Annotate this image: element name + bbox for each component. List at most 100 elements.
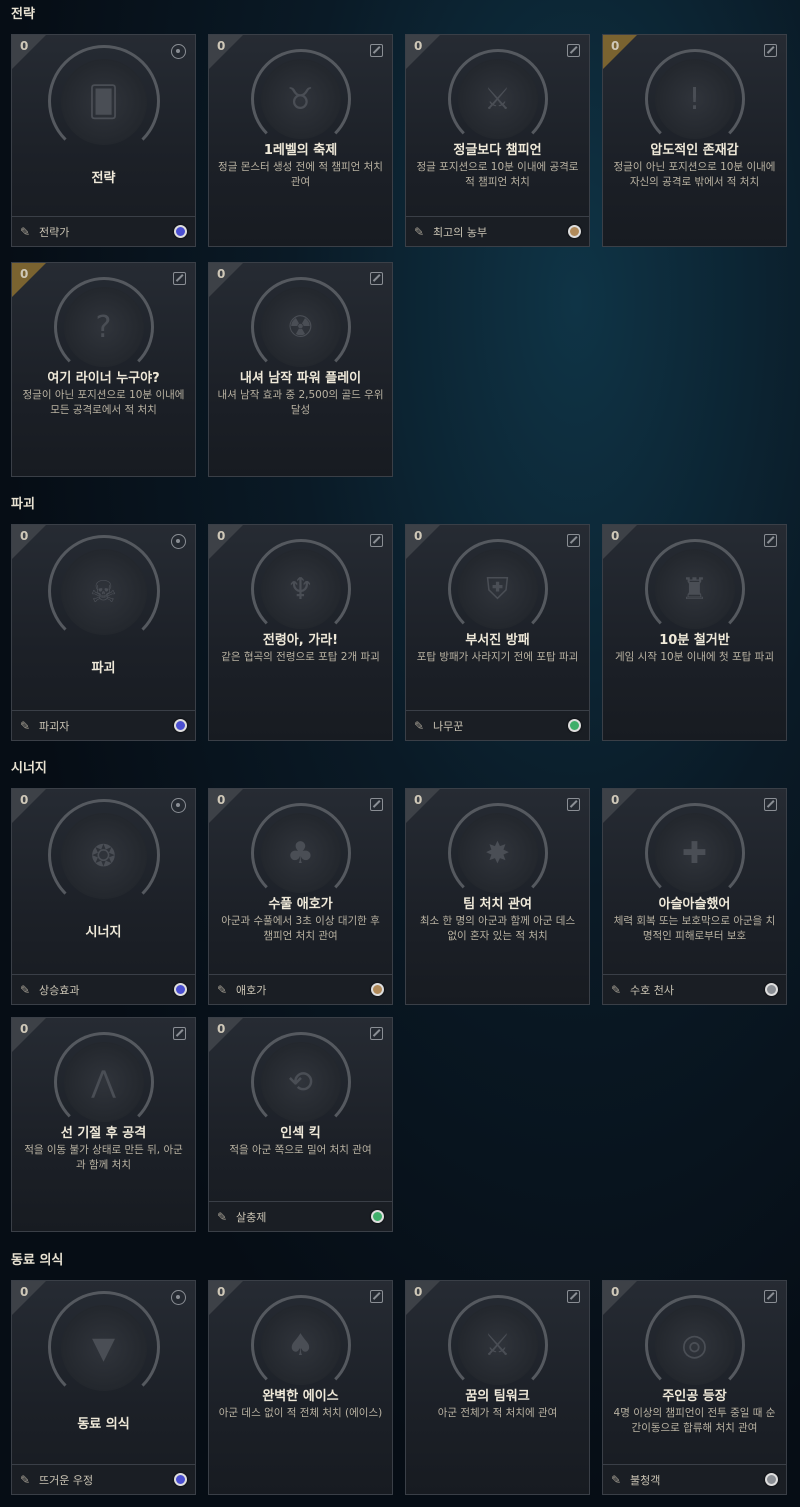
achievement-card[interactable]: 0 ♠ 완벽한 에이스 아군 데스 없이 적 전체 처치 (에이스): [208, 1280, 393, 1495]
edit-icon[interactable]: [567, 534, 580, 547]
tier-corner: [12, 1281, 46, 1315]
title-reward[interactable]: ✎ 수호 천사: [603, 974, 786, 1004]
card-description: 체력 회복 또는 보호막으로 아군을 치명적인 피해로부터 보호: [613, 915, 776, 942]
achievement-card[interactable]: 0 ◎ 주인공 등장 4명 이상의 챔피언이 전투 중일 때 순간이동으로 합류해 처…: [602, 1280, 787, 1495]
edit-icon[interactable]: [764, 534, 777, 547]
tier-corner: [209, 1018, 243, 1052]
triangle-icon: ▼: [60, 1305, 147, 1391]
edit-icon[interactable]: [370, 1290, 383, 1303]
progress-count: 0: [217, 529, 226, 543]
scroll-icon: ✎: [611, 1472, 622, 1487]
achievement-card[interactable]: 0 ⋀ 선 기절 후 공격 적을 이동 불가 상태로 만든 뒤, 아군과 함께 처치: [11, 1017, 196, 1232]
achievement-card[interactable]: 0 ⚔ 정글보다 챔피언 정글 포지션으로 10분 이내에 공격로 적 챔피언 처치 ✎…: [405, 34, 590, 247]
card-description: 내셔 남작 효과 중 2,500의 골드 우위 달성: [217, 389, 384, 416]
title-reward[interactable]: ✎ 전략가: [12, 216, 195, 246]
title-reward[interactable]: ✎ 뜨거운 우정: [12, 1464, 195, 1494]
edit-icon[interactable]: [173, 272, 186, 285]
edit-icon[interactable]: [567, 1290, 580, 1303]
tier-corner: [12, 35, 46, 69]
reward-title-label: 수호 천사: [630, 983, 674, 997]
edit-icon[interactable]: [370, 1027, 383, 1040]
target-icon[interactable]: [171, 1290, 186, 1305]
card-description: 정글이 아닌 포지션으로 10분 이내에 자신의 공격로 밖에서 적 처치: [613, 161, 776, 188]
card-description: 적을 아군 쪽으로 밀어 처치 관여: [229, 1144, 372, 1156]
edit-icon[interactable]: [764, 798, 777, 811]
question-icon: ?: [63, 287, 144, 367]
progress-count: 0: [414, 39, 423, 53]
card-title: 완벽한 에이스: [262, 1389, 339, 1404]
swords-icon: ⚔: [457, 1305, 538, 1385]
category-card[interactable]: 0 ☠ 파괴 ✎ 파괴자: [11, 524, 196, 741]
reward-title-label: 최고의 농부: [433, 225, 488, 239]
category-card[interactable]: 0 ❂ 시너지 ✎ 상승효과: [11, 788, 196, 1005]
herald-icon: ♆: [260, 549, 341, 629]
reward-title-label: 상승효과: [39, 983, 80, 997]
progress-count: 0: [611, 793, 620, 807]
edit-icon[interactable]: [567, 44, 580, 57]
edit-icon[interactable]: [764, 1290, 777, 1303]
reward-title-label: 파괴자: [39, 719, 70, 733]
title-reward[interactable]: ✎ 상승효과: [12, 974, 195, 1004]
progress-count: 0: [20, 1285, 29, 1299]
target-icon[interactable]: [171, 534, 186, 549]
tier-corner: [12, 525, 46, 559]
achievement-card[interactable]: 0 ⚔ 꿈의 팀워크 아군 전체가 적 처치에 관여: [405, 1280, 590, 1495]
achievement-card[interactable]: 0 ✸ 팀 처치 관여 최소 한 명의 아군과 함께 아군 데스 없이 혼자 있는 적…: [405, 788, 590, 1005]
edit-icon[interactable]: [370, 44, 383, 57]
section-title-teamwork: 동료 의식: [11, 1253, 64, 1268]
title-reward[interactable]: ✎ 살충제: [209, 1201, 392, 1231]
edit-icon[interactable]: [370, 534, 383, 547]
stun-icon: ⋀: [63, 1042, 144, 1122]
target-icon[interactable]: [171, 44, 186, 59]
tier-corner: [209, 789, 243, 823]
progress-count: 0: [20, 1022, 29, 1036]
category-card[interactable]: 0 🂠 전략 ✎ 전략가: [11, 34, 196, 247]
skull-bomb-icon: ☠: [60, 549, 147, 635]
achievement-card[interactable]: 0 ⛨ 부서진 방패 포탑 방패가 사라지기 전에 포탑 파괴 ✎ 나무꾼: [405, 524, 590, 741]
card-description: 정글 포지션으로 10분 이내에 공격로 적 챔피언 처치: [416, 161, 579, 188]
card-description: 아군 데스 없이 적 전체 처치 (에이스): [218, 1407, 383, 1419]
card-title: 아슬아슬했어: [658, 897, 731, 912]
title-reward[interactable]: ✎ 불청객: [603, 1464, 786, 1494]
achievement-card[interactable]: 0 ✚ 아슬아슬했어 체력 회복 또는 보호막으로 아군을 치명적인 피해로부터 보호…: [602, 788, 787, 1005]
tier-gem-icon: [174, 225, 187, 238]
achievement-card[interactable]: 0 ♜ 10분 철거반 게임 시작 10분 이내에 첫 포탑 파괴: [602, 524, 787, 741]
progress-count: 0: [414, 793, 423, 807]
card-description: 적을 이동 불가 상태로 만든 뒤, 아군과 함께 처치: [24, 1144, 183, 1171]
achievement-card[interactable]: 0! 압도적인 존재감 정글이 아닌 포지션으로 10분 이내에 자신의 공격로 밖…: [602, 34, 787, 247]
tier-corner: [406, 35, 440, 69]
card-title: 전령아, 가라!: [262, 633, 339, 648]
card-title: 수풀 애호가: [268, 897, 333, 912]
card-title: 1레벨의 축제: [263, 143, 338, 158]
edit-icon[interactable]: [173, 1027, 186, 1040]
edit-icon[interactable]: [567, 798, 580, 811]
tier-corner: [603, 525, 637, 559]
category-card[interactable]: 0 ▼ 동료 의식 ✎ 뜨거운 우정: [11, 1280, 196, 1495]
achievement-card[interactable]: 0 ♆ 전령아, 가라! 같은 협곡의 전령으로 포탑 2개 파괴: [208, 524, 393, 741]
progress-count: 0: [414, 1285, 423, 1299]
scroll-icon: ✎: [414, 718, 425, 733]
title-reward[interactable]: ✎ 파괴자: [12, 710, 195, 740]
edit-icon[interactable]: [370, 272, 383, 285]
tier-gem-icon: [371, 983, 384, 996]
progress-count: 0: [20, 267, 29, 281]
edit-icon[interactable]: [764, 44, 777, 57]
scroll-icon: ✎: [20, 224, 31, 239]
tier-corner: [209, 263, 243, 297]
target-icon[interactable]: [171, 798, 186, 813]
section-title-destruction: 파괴: [11, 497, 35, 512]
achievement-card[interactable]: 0 ⟲ 인섹 킥 적을 아군 쪽으로 밀어 처치 관여 ✎ 살충제: [208, 1017, 393, 1232]
title-reward[interactable]: ✎ 애호가: [209, 974, 392, 1004]
cards-icon: 🂠: [60, 59, 147, 145]
scroll-icon: ✎: [217, 982, 228, 997]
achievement-card[interactable]: 0 ♉ 1레벨의 축제 정글 몬스터 생성 전에 적 챔피언 처치 관여: [208, 34, 393, 247]
achievement-card[interactable]: 0 ☢ 내셔 남작 파워 플레이 내셔 남작 효과 중 2,500의 골드 우위 달성: [208, 262, 393, 477]
tier-corner: [12, 263, 46, 297]
achievement-card[interactable]: 0? 여기 라이너 누구야? 정글이 아닌 포지션으로 10분 이내에 모든 공격로…: [11, 262, 196, 477]
achievement-card[interactable]: 0 ♣ 수풀 애호가 아군과 수풀에서 3초 이상 대기한 후 챔피언 처치 관여 ✎ 애…: [208, 788, 393, 1005]
edit-icon[interactable]: [370, 798, 383, 811]
tier-corner: [406, 1281, 440, 1315]
title-reward[interactable]: ✎ 나무꾼: [406, 710, 589, 740]
title-reward[interactable]: ✎ 최고의 농부: [406, 216, 589, 246]
progress-count: 0: [611, 529, 620, 543]
